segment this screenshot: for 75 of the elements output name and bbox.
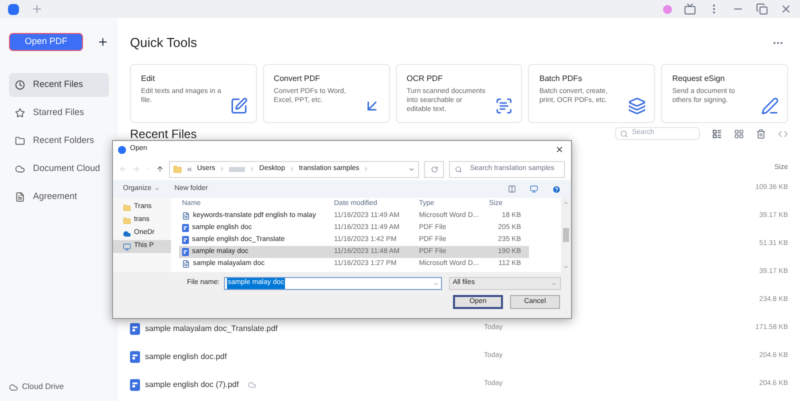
chevron-icon[interactable] (219, 166, 226, 172)
edit-icon (230, 96, 248, 114)
scroll-thumb[interactable] (563, 228, 569, 242)
avatar-icon[interactable] (663, 4, 672, 14)
cloud-icon (9, 382, 18, 392)
folder-icon (15, 136, 25, 146)
pdf-file-icon (130, 350, 140, 362)
dropdown-icon (550, 280, 557, 286)
monitor-icon (123, 242, 131, 250)
open-pdf-button[interactable]: Open PDF (9, 33, 84, 51)
restore-icon[interactable] (756, 3, 768, 15)
sidebar-item[interactable]: Recent Files (9, 73, 109, 97)
star-icon (15, 108, 25, 118)
scan-text-icon (495, 96, 514, 114)
refresh-button[interactable] (424, 160, 444, 178)
trash-icon[interactable] (756, 128, 766, 138)
sidebar-item[interactable]: Recent Folders (9, 129, 109, 153)
chevron-icon[interactable] (288, 166, 295, 172)
folder-icon (123, 204, 131, 212)
app-logo-icon (8, 4, 19, 14)
clock-icon (15, 80, 25, 90)
pdf-file-icon (182, 236, 189, 244)
cloud-icon (15, 164, 25, 174)
code-icon[interactable] (778, 128, 788, 138)
word-file-icon (182, 260, 190, 268)
redacted-block (229, 166, 246, 172)
search-icon (620, 130, 628, 138)
chevron-icon[interactable] (363, 166, 370, 172)
doc-icon (15, 192, 25, 202)
add-icon[interactable] (97, 36, 109, 48)
sidebar-item[interactable]: Starred Files (9, 101, 109, 125)
grid-view-icon[interactable] (734, 128, 744, 138)
scrollbar[interactable] (561, 198, 571, 272)
section-title: Quick Tools (130, 34, 197, 52)
help-icon[interactable] (552, 184, 561, 194)
scroll-down-icon[interactable] (563, 264, 569, 270)
tool-title: Convert PDF (274, 72, 322, 84)
caret-icon (154, 186, 160, 192)
pen-icon (761, 96, 779, 114)
refresh-icon (430, 166, 438, 172)
dropdown-icon (432, 280, 439, 286)
view-options-icon[interactable] (508, 185, 516, 193)
screen-icon[interactable] (684, 3, 696, 15)
sidebar-item[interactable]: Document Cloud (9, 157, 109, 181)
cloud-icon (248, 380, 256, 388)
tool-title: OCR PDF (406, 72, 444, 84)
pdf-file-icon (130, 378, 140, 390)
tool-title: Edit (141, 72, 156, 84)
file-name[interactable]: sample malayalam doc_Translate.pdf (145, 322, 278, 334)
folder-icon (173, 164, 182, 174)
word-file-icon (182, 212, 190, 220)
tool-title: Batch PDFs (539, 72, 584, 84)
file-name[interactable]: sample english doc.pdf (145, 350, 227, 362)
app-logo-icon (118, 146, 126, 154)
search-icon (455, 166, 462, 172)
dropdown-icon[interactable] (408, 166, 415, 172)
scroll-up-icon[interactable] (563, 200, 569, 206)
new-tab-icon[interactable] (31, 3, 43, 15)
pdf-file-icon (182, 224, 189, 232)
tool-title: Request eSign (672, 72, 726, 84)
cloud-icon (123, 230, 131, 238)
close-icon[interactable] (555, 145, 564, 154)
cloud-drive-link[interactable]: Cloud Drive (9, 381, 109, 393)
sidebar-item[interactable]: Agreement (9, 185, 109, 209)
chevron-icon[interactable] (249, 166, 256, 172)
preview-pane-icon[interactable] (530, 185, 538, 193)
chevrons-icon[interactable] (186, 166, 193, 172)
file-name[interactable]: sample english doc (7).pdf (145, 378, 239, 390)
list-view-icon[interactable] (712, 128, 722, 138)
layers-icon (628, 96, 646, 114)
pdf-file-icon (130, 322, 140, 334)
section-title: Recent Files (130, 126, 197, 142)
folder-icon (123, 216, 131, 224)
up-icon[interactable] (156, 165, 164, 173)
pdf-file-icon (182, 248, 189, 256)
